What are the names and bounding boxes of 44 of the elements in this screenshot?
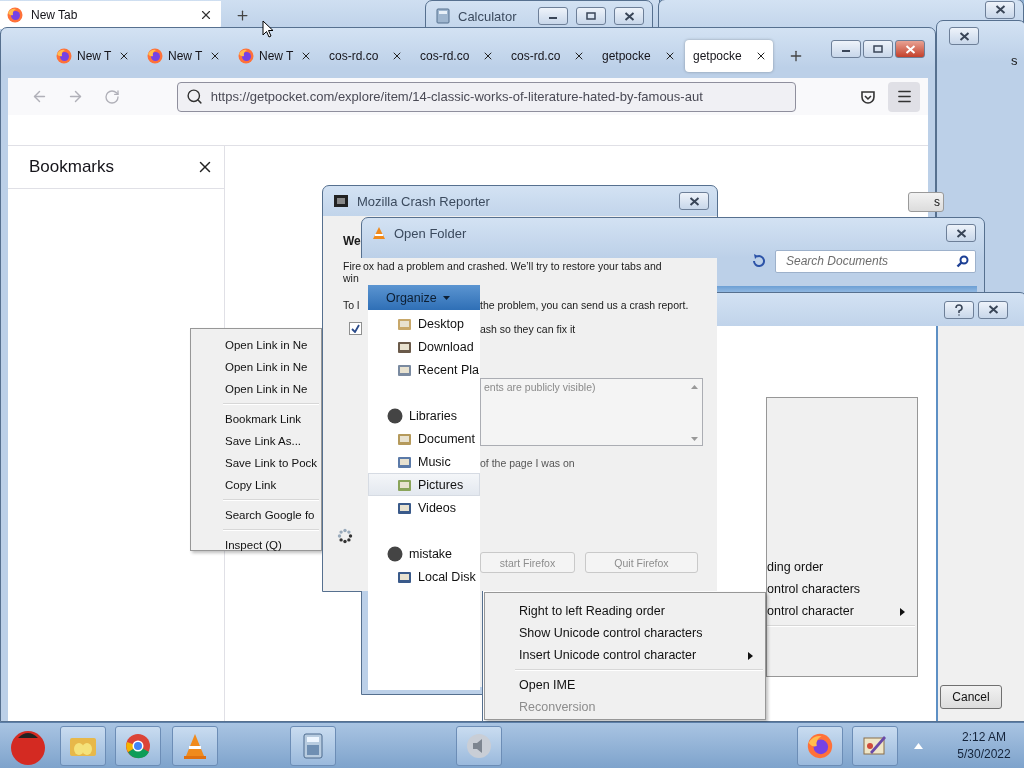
button[interactable]: s <box>908 192 944 212</box>
nav-item[interactable]: Libraries <box>368 404 480 427</box>
clock[interactable]: 2:12 AM 5/30/2022 <box>944 728 1024 763</box>
menu-item[interactable]: Save Link to Pock <box>191 452 321 474</box>
menu-item[interactable]: Copy Link <box>191 474 321 496</box>
menu-item[interactable]: Right to left Reading order <box>485 600 765 622</box>
organize-button[interactable]: Organize <box>368 285 480 310</box>
menu-item[interactable]: Open Link in Ne <box>191 334 321 356</box>
nav-item[interactable]: Recent Pla <box>368 358 480 381</box>
menu-item[interactable]: Bookmark Link <box>191 408 321 430</box>
browser-tab[interactable]: New Tab <box>0 1 221 29</box>
nav-item[interactable]: mistake <box>368 542 480 565</box>
menu-item[interactable]: ontrol character <box>767 600 917 622</box>
search-field[interactable]: Search Documents <box>775 249 976 273</box>
menu-item[interactable]: Search Google fo <box>191 504 321 526</box>
browser-tab[interactable]: New T <box>139 40 227 72</box>
sidebar-title: Bookmarks <box>29 157 115 177</box>
menu-item[interactable]: Insert Unicode control character <box>485 644 765 666</box>
menu-item[interactable]: Open Link in Ne <box>191 378 321 400</box>
browser-tab[interactable]: getpocke <box>594 40 682 72</box>
menu-item[interactable]: Inspect (Q) <box>191 534 321 556</box>
menu-item[interactable]: Open Link in Ne <box>191 356 321 378</box>
browser-tab[interactable]: cos-rd.co <box>503 40 591 72</box>
menu-item[interactable]: Show Unicode control characters <box>485 622 765 644</box>
nav-item[interactable]: Videos <box>368 496 480 519</box>
browser-tab[interactable]: New T <box>230 40 318 72</box>
nav-item[interactable]: Local Disk <box>368 565 480 588</box>
address-field[interactable]: https://getpocket.com/explore/item/14-classic-works-of-literature-hated-by-famous-aut <box>176 81 797 112</box>
nav-item[interactable]: Pictures <box>368 473 480 496</box>
nav-item[interactable]: Desktop <box>368 312 480 335</box>
menu-item[interactable]: Save Link As... <box>191 430 321 452</box>
clock-date: 5/30/2022 <box>957 745 1011 763</box>
nav-item[interactable]: Music <box>368 450 480 473</box>
nav-item[interactable]: Download <box>368 335 480 358</box>
menu-item[interactable]: Open IME <box>485 674 765 696</box>
browser-tab[interactable]: New T <box>48 40 136 72</box>
cancel-button[interactable]: Cancel <box>940 685 1002 709</box>
browser-tab[interactable]: cos-rd.co <box>321 40 409 72</box>
nav-item[interactable]: Document <box>368 427 480 450</box>
menu-item[interactable]: ontrol characters <box>767 578 917 600</box>
browser-tab[interactable]: cos-rd.co <box>412 40 500 72</box>
menu-item[interactable]: ding order <box>767 556 917 578</box>
clock-time: 2:12 AM <box>962 728 1006 746</box>
browser-tab[interactable]: getpocke <box>685 40 773 72</box>
